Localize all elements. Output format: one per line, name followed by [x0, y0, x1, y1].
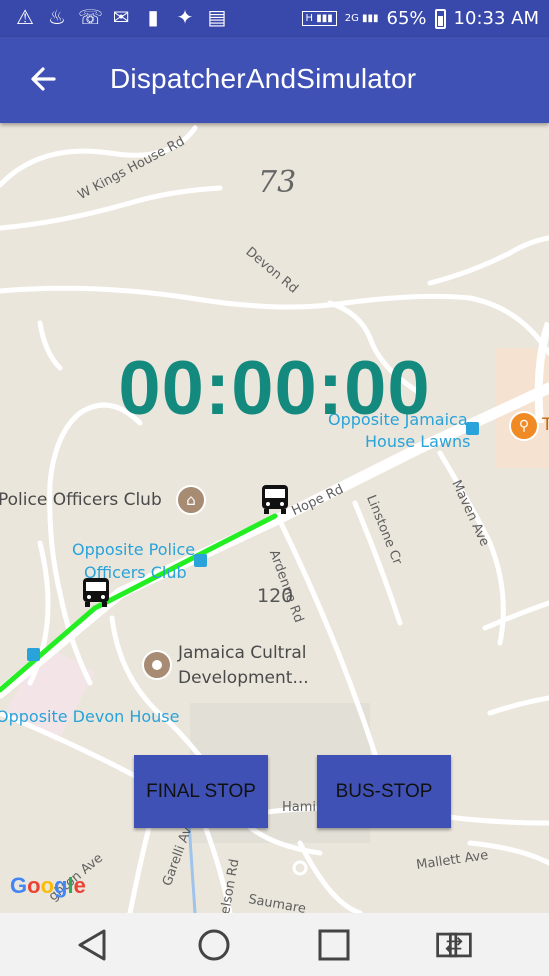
battery-icon — [434, 8, 446, 29]
transit-label[interactable]: House Lawns — [365, 432, 471, 451]
landmark-icon[interactable] — [142, 650, 172, 680]
network-h-label: H — [305, 13, 314, 24]
system-nav-bar — [0, 913, 549, 976]
arrow-left-icon — [31, 67, 56, 91]
dual-window-icon[interactable] — [434, 927, 474, 963]
signal-h-icon: H ▮▮▮ — [301, 11, 337, 26]
timer-display: 00:00:00 — [118, 346, 431, 431]
pinwheel-icon: ✦ — [176, 5, 194, 29]
poi-label[interactable]: Police Officers Club — [0, 490, 162, 510]
bus-stop-icon[interactable] — [27, 648, 40, 661]
clock: 10:33 AM — [453, 8, 539, 29]
poi-label[interactable]: Jamaica Cultral — [178, 643, 306, 663]
bus-icon[interactable] — [260, 483, 290, 517]
circle-home-icon[interactable] — [194, 927, 234, 963]
bus-stop-button[interactable]: BUS-STOP — [317, 755, 451, 828]
page-title: DispatcherAndSimulator — [110, 63, 417, 94]
transit-label[interactable]: Opposite Police — [72, 540, 195, 559]
app-bar: DispatcherAndSimulator — [0, 37, 549, 123]
club-icon[interactable]: ⌂ — [176, 485, 206, 515]
triangle-back-icon[interactable] — [74, 927, 114, 963]
road-label: Hamil — [282, 800, 320, 815]
poi-label[interactable]: Development... — [178, 668, 309, 688]
network-2g-label: 2G — [344, 13, 359, 24]
square-recents-icon[interactable] — [314, 927, 354, 963]
status-bar: ⚠ ♨ ☏ ✉ ▮ ✦ ▤ H ▮▮▮ 2G ▮▮▮ 65% 10:33 AM — [0, 0, 549, 37]
message-icon: ▤ — [207, 5, 227, 29]
transit-label[interactable]: Opposite Devon House — [0, 707, 179, 726]
area-number: 73 — [258, 165, 297, 200]
alert-icon: ⚠ — [16, 5, 34, 29]
map-view[interactable]: W Kings House Rd Devon Rd Hope Rd Ardenn… — [0, 123, 549, 917]
back-button[interactable] — [28, 59, 60, 99]
google-logo: Google — [10, 873, 86, 898]
battery-percent: 65% — [386, 8, 427, 29]
whatsapp-icon: ☏ — [78, 5, 104, 29]
bus-icon[interactable] — [81, 576, 111, 610]
mail-icon: ✉ — [112, 5, 130, 29]
final-stop-button[interactable]: FINAL STOP — [134, 755, 268, 828]
roundabout — [292, 860, 308, 876]
cleaner-icon: ♨ — [48, 5, 66, 29]
bus-stop-icon[interactable] — [194, 554, 207, 567]
area-number: 120 — [257, 585, 294, 607]
system-icons: H ▮▮▮ 2G ▮▮▮ 65% 10:33 AM — [301, 8, 539, 29]
sd-card-icon: ▮ — [147, 5, 159, 29]
notification-icons: ⚠ ♨ ☏ ✉ ▮ ✦ ▤ — [14, 6, 228, 28]
signal-2g-icon: 2G ▮▮▮ — [344, 13, 379, 24]
